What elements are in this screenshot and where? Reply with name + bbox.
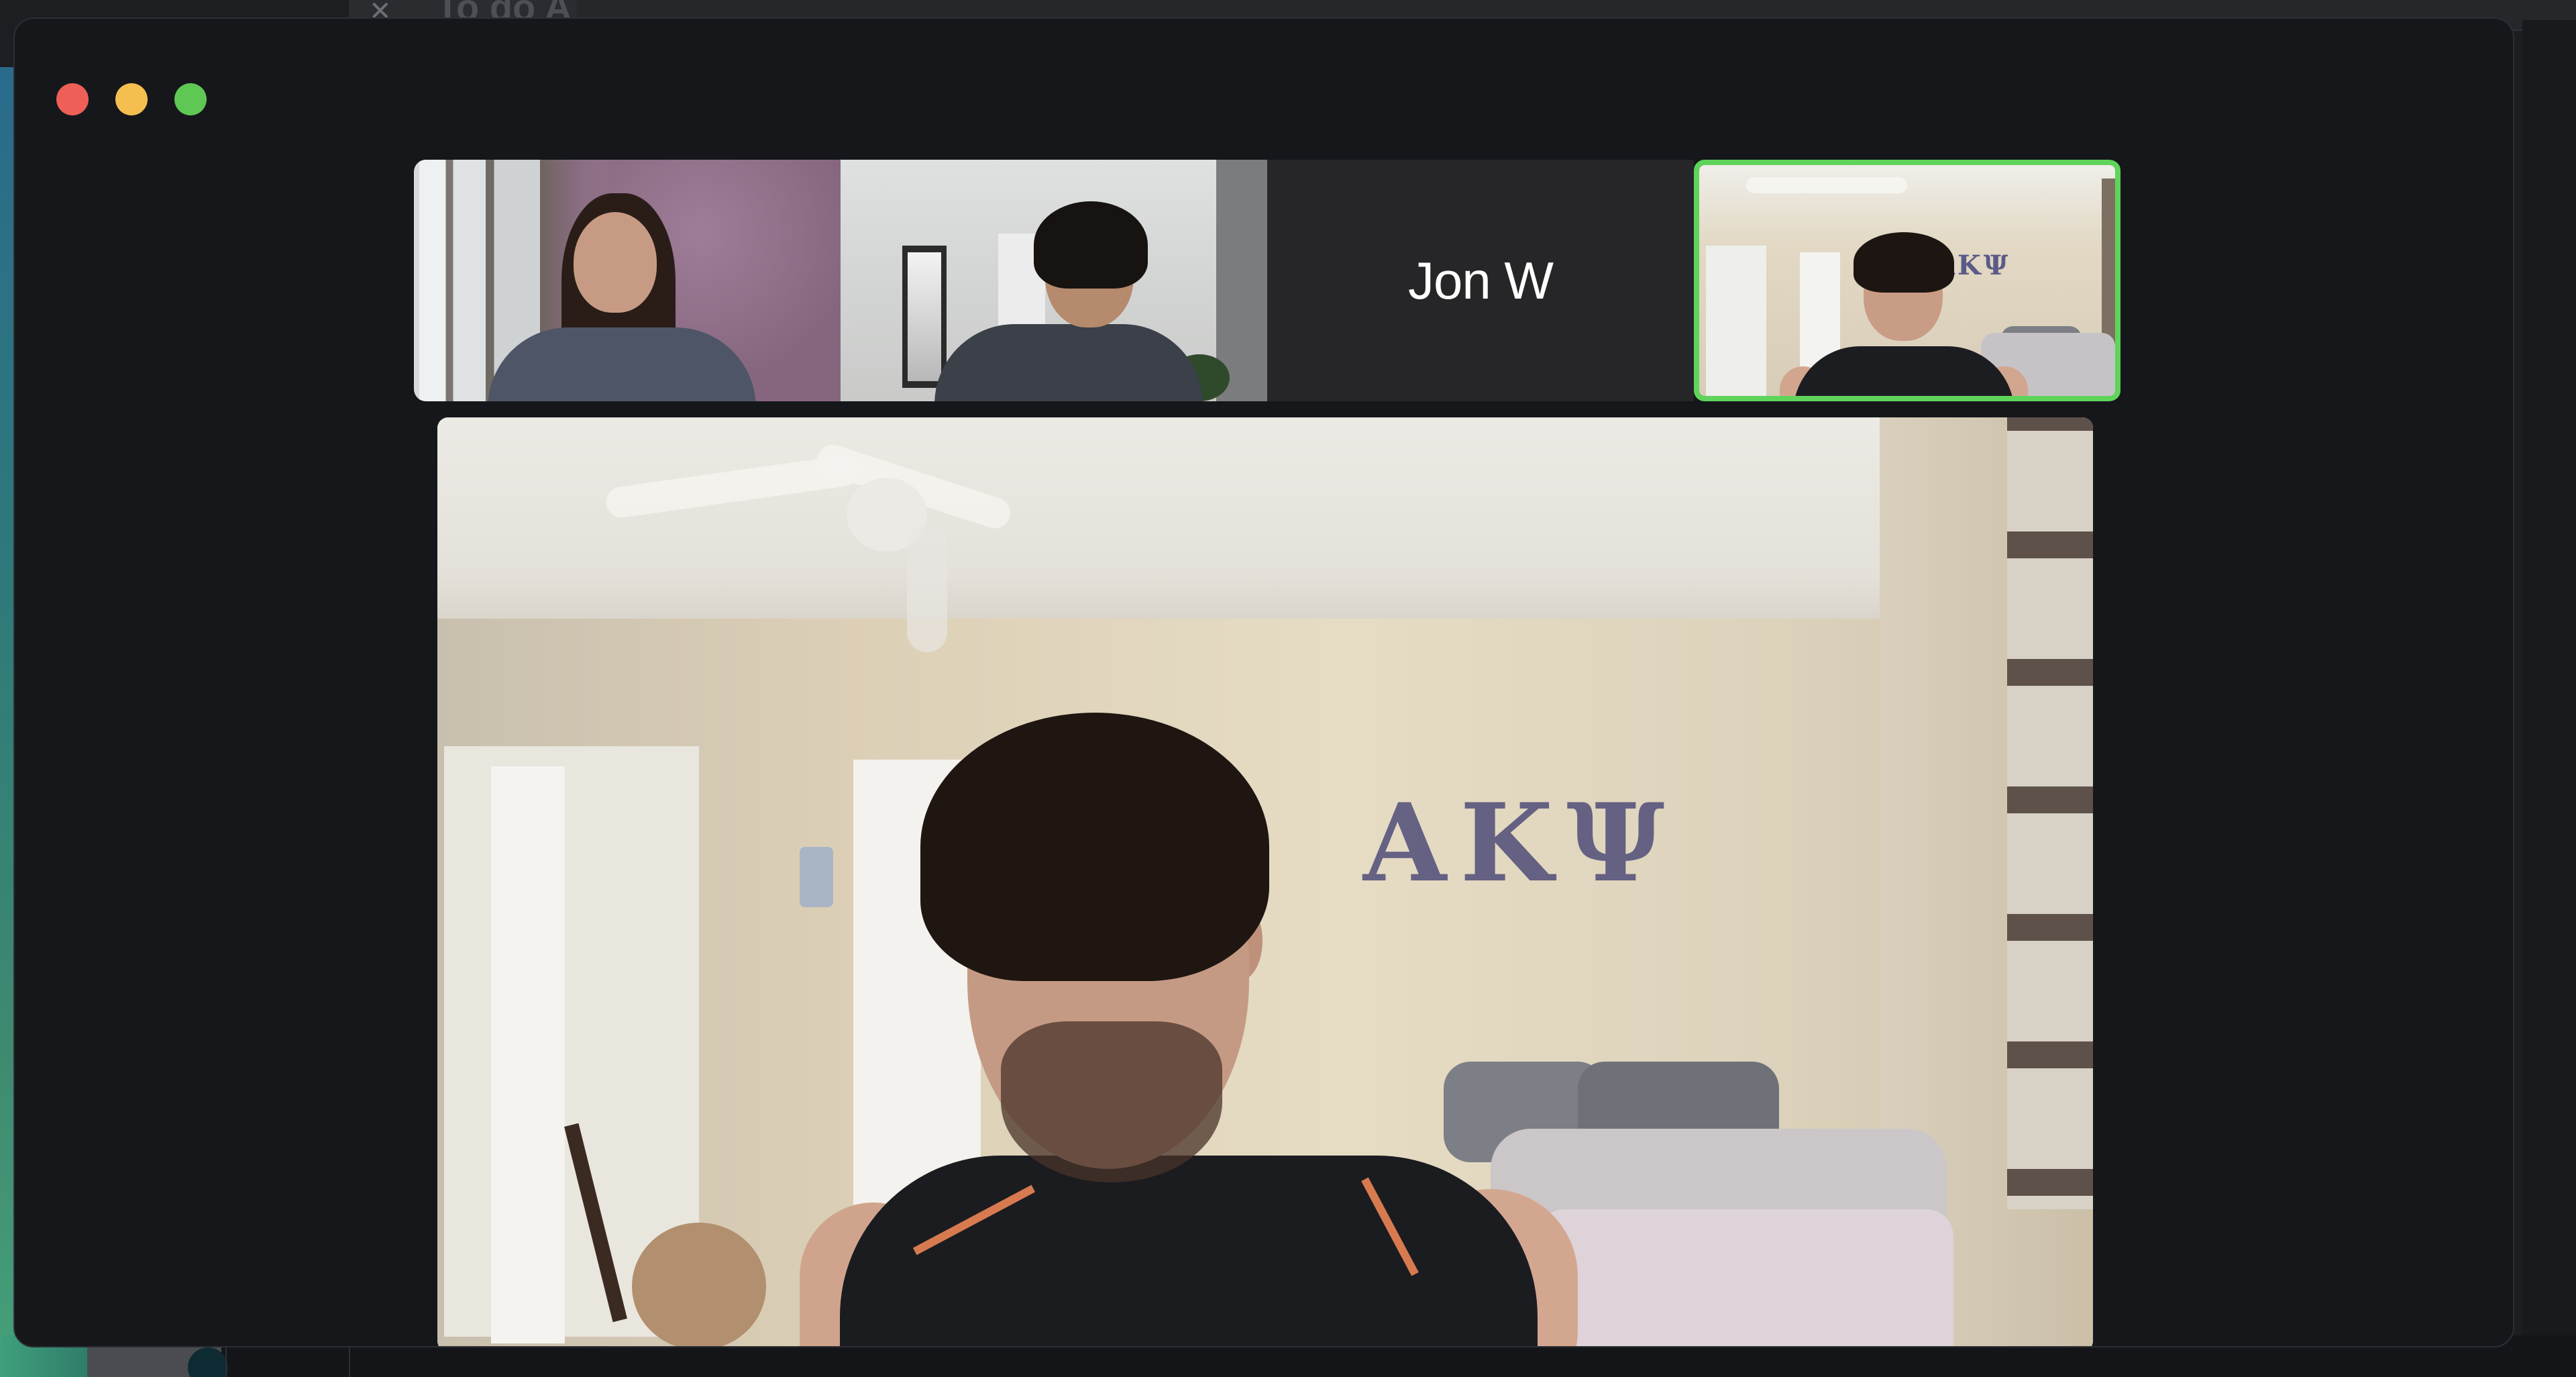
speaker-body — [840, 1156, 1538, 1346]
video-background — [1746, 177, 1907, 193]
participant-video — [414, 160, 841, 401]
participant-body — [488, 327, 756, 401]
participant-name-tile[interactable]: Jon W — [1267, 160, 1694, 401]
zoom-icon[interactable] — [174, 83, 207, 115]
bed — [1538, 1209, 1953, 1346]
background-window-right-edge — [2522, 20, 2576, 1362]
participant-hair — [1854, 232, 1954, 293]
participant-body — [934, 324, 1203, 401]
minimize-icon[interactable] — [115, 83, 148, 115]
speaker-beard — [1001, 1021, 1222, 1182]
close-icon[interactable] — [56, 83, 89, 115]
participant-video-tile[interactable] — [841, 160, 1267, 401]
participant-filmstrip: Jon W AKΨ — [414, 160, 2121, 401]
meeting-window: Jon W AKΨ AKΨ — [13, 17, 2514, 1347]
video-background — [1706, 246, 1766, 396]
ceiling-fan — [907, 525, 947, 652]
video-background — [2102, 178, 2115, 346]
video-background — [908, 252, 941, 381]
wall-frames — [2007, 417, 2093, 1209]
participant-video-tile[interactable] — [414, 160, 841, 401]
wall-letters: AKΨ — [1363, 780, 1678, 906]
participant-video: AKΨ — [1699, 165, 2115, 396]
participant-hair — [1034, 201, 1148, 289]
guitar — [632, 1223, 766, 1346]
main-speaker-video[interactable]: AKΨ — [437, 417, 2093, 1346]
video-background — [491, 766, 565, 1343]
video-background — [800, 847, 833, 907]
video-background — [437, 417, 2093, 639]
speaker-hair — [920, 713, 1269, 981]
participant-name: Jon W — [1407, 250, 1554, 310]
participant-video — [841, 160, 1267, 401]
participant-face — [574, 212, 657, 313]
active-speaker-tile[interactable]: AKΨ — [1694, 160, 2121, 401]
